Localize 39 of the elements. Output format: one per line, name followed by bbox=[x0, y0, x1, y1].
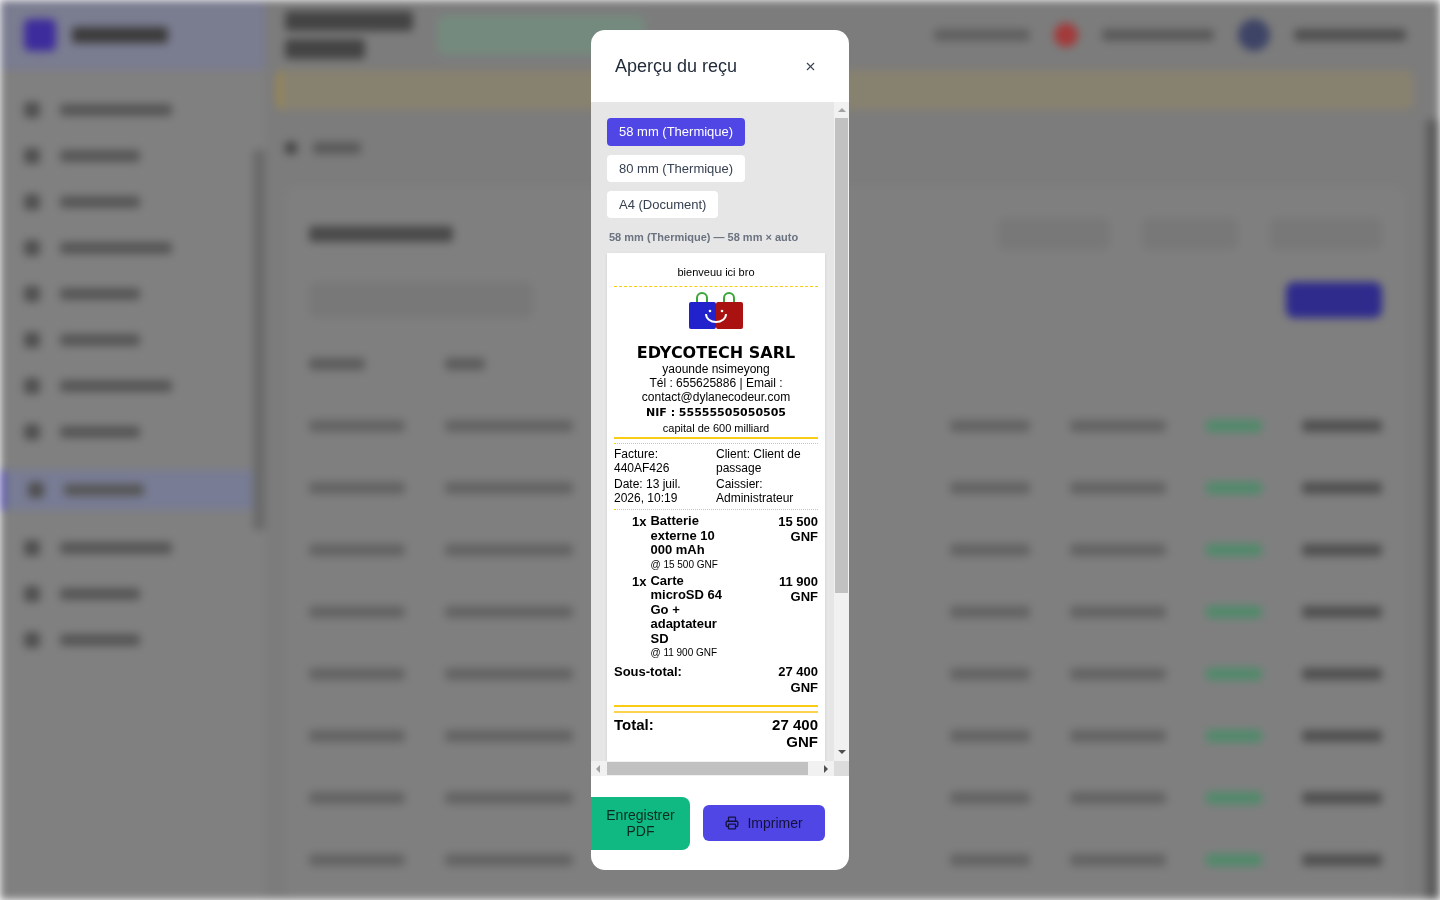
tax-id: NIF : 55555505050505 bbox=[645, 406, 787, 420]
company-contact: Tél : 655625886 | Email : contact@dylanecodeur.com bbox=[640, 376, 792, 404]
dialog-title: Aperçu du reçu bbox=[615, 55, 738, 77]
item-unit-price: @ 11 900 GNF bbox=[650, 646, 719, 659]
receipt-info-text: Caissier: Administrateur bbox=[716, 477, 795, 505]
paper-format-option[interactable]: 80 mm (Thermique) bbox=[607, 155, 746, 182]
horizontal-scrollbar[interactable] bbox=[591, 761, 834, 776]
item-quantity: 1x bbox=[632, 573, 647, 591]
scroll-right-icon[interactable] bbox=[824, 764, 828, 773]
paper-format-option[interactable]: 58 mm (Thermique) bbox=[607, 118, 746, 146]
scrollbar-thumb[interactable] bbox=[607, 762, 808, 775]
save-pdf-button[interactable]: Enregistrer PDF bbox=[591, 796, 690, 850]
item-name: Batterie externe 10 000 mAh bbox=[650, 514, 716, 558]
subtotal-label: Sous-total: bbox=[614, 664, 682, 680]
scroll-left-icon[interactable] bbox=[596, 764, 600, 773]
receipt-greeting: bienveuu ici bro bbox=[677, 266, 755, 278]
printer-icon bbox=[725, 816, 740, 830]
company-capital: capital de 600 milliard bbox=[661, 421, 771, 435]
paper-format-option[interactable]: A4 (Document) bbox=[607, 191, 719, 218]
item-amount: 15 500 GNF bbox=[777, 514, 818, 544]
subtotal-amount: 27 400 GNF bbox=[777, 664, 818, 696]
shopping-bags-logo bbox=[689, 292, 743, 329]
receipt-info-text: Client: Client de passage bbox=[716, 447, 802, 475]
item-name: Carte microSD 64 Go + adaptateur SD bbox=[650, 573, 723, 646]
scroll-down-icon[interactable] bbox=[837, 750, 846, 754]
item-unit-price: @ 15 500 GNF bbox=[650, 557, 719, 571]
item-quantity: 1x bbox=[632, 514, 647, 531]
receipt-info-text: Date: 13 juil. 2026, 10:19 bbox=[614, 477, 682, 505]
company-address: yaounde nsimeyong bbox=[661, 362, 771, 376]
total-amount: 27 400 GNF bbox=[771, 716, 818, 750]
vertical-scrollbar[interactable] bbox=[834, 102, 849, 761]
scroll-up-icon[interactable] bbox=[837, 108, 846, 112]
scrollbar-corner bbox=[834, 761, 849, 776]
item-amount: 11 900 GNF bbox=[777, 573, 818, 604]
format-caption: 58 mm (Thermique) — 58 mm × auto bbox=[608, 230, 800, 244]
scrollbar-thumb[interactable] bbox=[835, 118, 848, 593]
company-name: EDYCOTECH SARL bbox=[635, 343, 797, 362]
total-label: Total: bbox=[614, 716, 654, 733]
receipt-info-text: Facture: 440AF426 bbox=[614, 447, 671, 475]
